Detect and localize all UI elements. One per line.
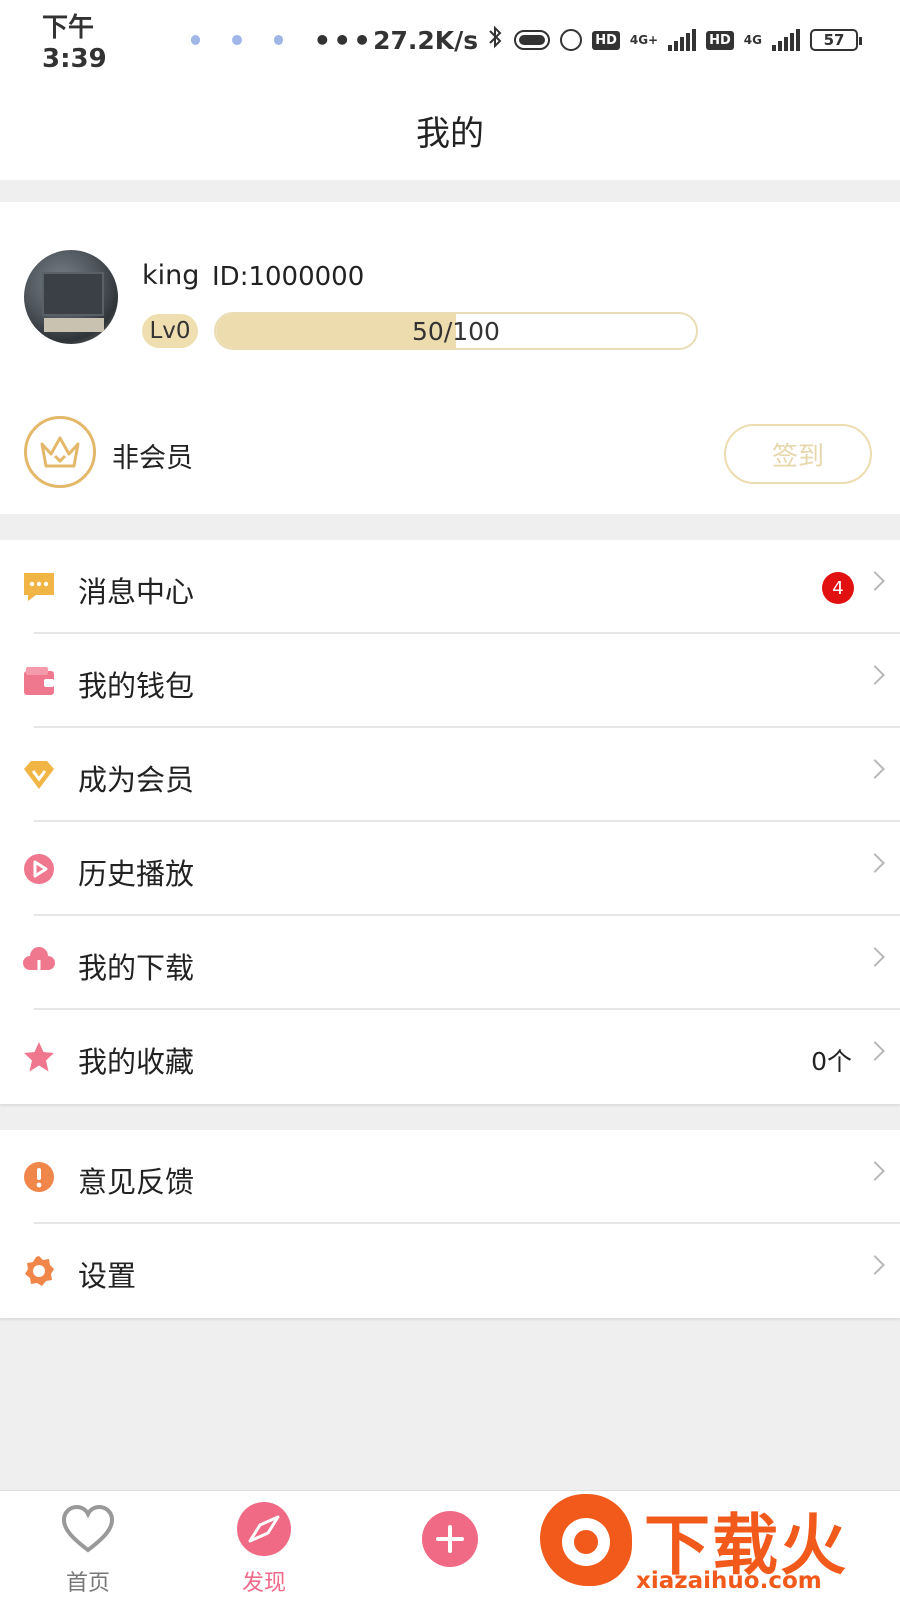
play-history-icon xyxy=(22,852,56,886)
bluetooth-icon xyxy=(488,25,504,56)
plus-icon xyxy=(436,1525,464,1553)
title-bar: 我的 xyxy=(0,80,900,180)
menu-item-label: 意见反馈 xyxy=(78,1165,195,1199)
chevron-right-icon xyxy=(865,1041,885,1061)
menu-item-downloads[interactable]: 我的下载 xyxy=(0,916,900,1010)
chevron-right-icon xyxy=(865,1255,885,1275)
menu-item-label: 消息中心 xyxy=(78,575,195,609)
profile-card: king ID:1000000 Lv0 50/100 非会员 签到 xyxy=(0,202,900,514)
toggle-status-icon xyxy=(514,30,551,50)
tab-discover[interactable]: 发现 xyxy=(204,1491,324,1600)
favorites-count: 0个 xyxy=(811,1047,852,1076)
member-status: 非会员 xyxy=(112,443,193,474)
flame-logo-icon xyxy=(540,1494,632,1586)
page-title: 我的 xyxy=(416,113,484,154)
watermark-logo: 下载火 xiazaihuo.com xyxy=(532,1480,900,1600)
wallet-icon xyxy=(22,664,56,698)
menu-item-label: 历史播放 xyxy=(78,857,195,891)
status-indicators: 27.2K/s HD 4G+ HD 4G 57 xyxy=(373,25,862,56)
menu-item-favorites[interactable]: 我的收藏 0个 xyxy=(0,1010,900,1104)
level-progress-text: 50/100 xyxy=(412,316,500,346)
user-id: ID:1000000 xyxy=(212,262,365,292)
status-time: 下午3:39 xyxy=(42,12,107,74)
tab-home[interactable]: 首页 xyxy=(28,1491,148,1600)
checkin-button[interactable]: 签到 xyxy=(724,424,872,484)
download-cloud-icon xyxy=(22,946,56,980)
star-icon xyxy=(22,1040,56,1074)
signal-strength-icon xyxy=(668,29,697,51)
menu-item-label: 成为会员 xyxy=(78,763,195,797)
menu-item-become-member[interactable]: 成为会员 xyxy=(0,728,900,822)
menu-item-wallet[interactable]: 我的钱包 xyxy=(0,634,900,728)
status-more-indicator: ••• xyxy=(313,23,374,57)
add-button[interactable] xyxy=(422,1511,478,1567)
crown-icon xyxy=(24,416,96,488)
menu-item-label: 我的收藏 xyxy=(78,1045,195,1079)
feedback-icon xyxy=(22,1160,56,1194)
level-badge: Lv0 xyxy=(142,314,198,348)
network-speed: 27.2K/s xyxy=(373,25,479,55)
network-type: 4G+ xyxy=(629,33,659,47)
tab-label: 首页 xyxy=(65,1571,110,1596)
status-bar: 下午3:39 ••• 27.2K/s HD 4G+ HD 4G 57 xyxy=(0,0,900,80)
notification-dot-icon xyxy=(190,35,201,45)
menu-group-primary: 消息中心 4 我的钱包 成为会员 历史播放 我的下载 我的收藏 0个 xyxy=(0,540,900,1104)
watermark-url: xiazaihuo.com xyxy=(636,1568,822,1594)
settings-gear-icon xyxy=(22,1254,56,1288)
signal-strength-icon xyxy=(772,29,800,51)
chevron-right-icon xyxy=(865,1161,885,1181)
heart-icon xyxy=(58,1501,118,1557)
chevron-right-icon xyxy=(865,947,885,967)
alarm-icon xyxy=(560,29,583,51)
chevron-right-icon xyxy=(865,853,885,873)
avatar[interactable] xyxy=(24,250,118,344)
vip-diamond-icon xyxy=(22,758,56,792)
message-icon xyxy=(22,570,56,604)
notification-dot-icon xyxy=(273,35,284,45)
chevron-right-icon xyxy=(865,571,885,591)
hd-badge: HD xyxy=(706,30,734,50)
menu-item-message-center[interactable]: 消息中心 4 xyxy=(0,540,900,634)
notification-dot-icon xyxy=(232,35,242,45)
chevron-right-icon xyxy=(865,759,885,779)
battery-icon: 57 xyxy=(810,29,862,51)
menu-item-feedback[interactable]: 意见反馈 xyxy=(0,1130,900,1224)
network-type: 4G xyxy=(743,33,762,47)
unread-count-badge: 4 xyxy=(822,572,854,604)
menu-item-play-history[interactable]: 历史播放 xyxy=(0,822,900,916)
menu-group-secondary: 意见反馈 设置 xyxy=(0,1130,900,1318)
menu-item-label: 我的下载 xyxy=(78,951,195,985)
menu-item-label: 我的钱包 xyxy=(78,669,195,703)
chevron-right-icon xyxy=(865,665,885,685)
level-progress-bar: 50/100 xyxy=(214,312,698,350)
menu-item-label: 设置 xyxy=(78,1259,137,1293)
username: king xyxy=(142,260,200,291)
menu-item-settings[interactable]: 设置 xyxy=(0,1224,900,1318)
compass-icon xyxy=(234,1501,294,1557)
hd-badge: HD xyxy=(592,30,620,50)
tab-label: 发现 xyxy=(241,1571,286,1596)
